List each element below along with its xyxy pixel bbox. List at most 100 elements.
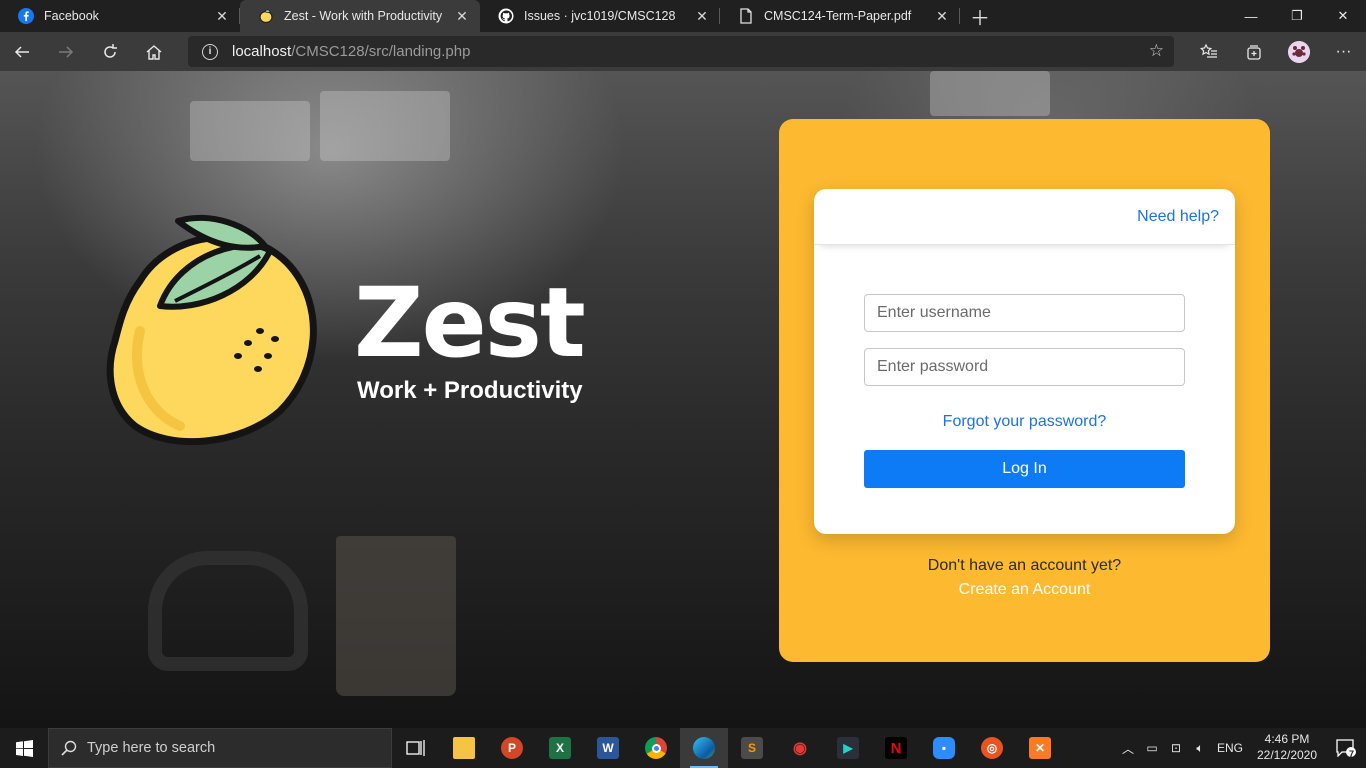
close-window-button[interactable]: ✕ (1320, 0, 1366, 32)
url-host: localhost (232, 43, 292, 60)
window-controls: — ❐ ✕ (1228, 0, 1366, 32)
address-bar[interactable]: i localhost/CMSC128/src/landing.php ☆ (188, 36, 1174, 67)
tab-separator (959, 8, 960, 24)
tab-title: Facebook (44, 9, 99, 23)
avatar (1287, 40, 1310, 63)
tab-term-paper-pdf[interactable]: CMSC124-Term-Paper.pdf ✕ (720, 0, 960, 32)
battery-icon[interactable]: ▭ (1140, 741, 1164, 755)
garena-app[interactable]: ◉ (776, 728, 824, 768)
word-app[interactable]: W (584, 728, 632, 768)
back-button[interactable] (0, 32, 44, 71)
browser-toolbar: i localhost/CMSC128/src/landing.php ☆ ··… (0, 32, 1366, 71)
clock-date: 22/12/2020 (1256, 748, 1318, 762)
home-button[interactable] (132, 32, 176, 71)
password-input[interactable] (864, 348, 1185, 386)
task-view-button[interactable] (392, 728, 440, 768)
github-icon (498, 8, 514, 24)
netflix-icon: N (885, 737, 907, 759)
tab-github-issues[interactable]: Issues · jvc1019/CMSC128 ✕ (480, 0, 720, 32)
tab-facebook[interactable]: Facebook ✕ (0, 0, 240, 32)
collections-button[interactable] (1231, 32, 1276, 71)
close-icon[interactable]: ✕ (934, 8, 950, 25)
forgot-password-link[interactable]: Forgot your password? (814, 413, 1235, 431)
sublime-text-app[interactable]: S (728, 728, 776, 768)
zoom-icon: ▪ (933, 737, 955, 759)
forward-button[interactable] (44, 32, 88, 71)
powerpoint-app[interactable]: P (488, 728, 536, 768)
volume-icon[interactable]: 🔈︎ (1188, 741, 1212, 756)
landing-page: Zest Work + Productivity Need help? Forg… (0, 71, 1366, 728)
close-icon[interactable]: ✕ (214, 8, 230, 25)
chevron-up-icon[interactable]: ︿ (1116, 740, 1140, 757)
collections-icon (1246, 44, 1261, 60)
tab-title: Zest - Work with Productivity (284, 9, 443, 23)
login-panel: Need help? Forgot your password? Log In … (779, 119, 1270, 662)
document-icon (738, 8, 754, 24)
edge-icon (693, 737, 715, 759)
need-help-link[interactable]: Need help? (1137, 208, 1219, 226)
excel-app[interactable]: X (536, 728, 584, 768)
taskbar: Type here to search P X W S ◉ ▶ N ▪ ◎ ✕ … (0, 728, 1366, 768)
background-window (320, 91, 450, 161)
dev-app[interactable]: ▶ (824, 728, 872, 768)
xampp-app[interactable]: ✕ (1016, 728, 1064, 768)
edge-app[interactable] (680, 728, 728, 768)
background-window (190, 101, 310, 161)
browser-tab-strip: Facebook ✕ Zest - Work with Productivity… (0, 0, 1366, 32)
lemon-logo-icon (106, 214, 317, 446)
more-options-button[interactable]: ··· (1321, 32, 1366, 71)
garena-icon: ◉ (793, 740, 807, 757)
start-button[interactable] (0, 728, 48, 768)
brand-tagline: Work + Productivity (357, 377, 583, 404)
tab-zest[interactable]: Zest - Work with Productivity ✕ (240, 0, 480, 32)
clock-time: 4:46 PM (1264, 732, 1310, 747)
restore-button[interactable]: ❐ (1274, 0, 1320, 32)
background-headphones (148, 551, 308, 671)
system-tray: ︿ ▭ ⊡ 🔈︎ ENG 4:46 PM 22/12/2020 7 (1116, 728, 1366, 768)
minimize-button[interactable]: — (1228, 0, 1274, 32)
favorites-list-icon (1199, 43, 1217, 58)
zoom-app[interactable]: ▪ (920, 728, 968, 768)
word-icon: W (597, 737, 619, 759)
file-explorer-app[interactable] (440, 728, 488, 768)
login-card: Need help? Forgot your password? Log In (814, 189, 1235, 534)
windows-logo-icon (15, 739, 33, 757)
refresh-button[interactable] (88, 32, 132, 71)
excel-icon: X (549, 737, 571, 759)
chrome-icon (645, 737, 667, 759)
taskbar-search[interactable]: Type here to search (48, 728, 392, 768)
language-indicator[interactable]: ENG (1212, 741, 1248, 755)
create-account-link[interactable]: Create an Account (779, 581, 1270, 599)
no-account-text: Don't have an account yet? (927, 557, 1122, 574)
arrow-left-icon (14, 45, 29, 58)
clock[interactable]: 4:46 PM 22/12/2020 (1248, 732, 1326, 763)
facebook-icon (18, 8, 34, 24)
username-input[interactable] (864, 294, 1185, 332)
chrome-app[interactable] (632, 728, 680, 768)
search-placeholder: Type here to search (87, 740, 216, 756)
brand-title: Zest (354, 267, 586, 379)
ubuntu-icon: ◎ (981, 737, 1003, 759)
background-mug (336, 536, 456, 696)
login-button[interactable]: Log In (864, 450, 1185, 488)
xampp-icon: ✕ (1029, 737, 1051, 759)
new-tab-button[interactable]: ＋ (964, 0, 996, 32)
powerpoint-icon: P (501, 737, 523, 759)
favorites-button[interactable] (1186, 32, 1231, 71)
home-icon (146, 44, 162, 60)
folder-icon (453, 737, 475, 759)
network-icon[interactable]: ⊡ (1164, 741, 1188, 755)
terminal-icon: ▶ (837, 737, 859, 759)
lemon-icon (258, 8, 274, 24)
ubuntu-app[interactable]: ◎ (968, 728, 1016, 768)
profile-button[interactable] (1276, 32, 1321, 71)
close-icon[interactable]: ✕ (454, 8, 470, 25)
task-view-icon (406, 740, 425, 756)
favorite-star-icon[interactable]: ☆ (1149, 41, 1164, 61)
close-icon[interactable]: ✕ (694, 8, 710, 25)
login-card-header: Need help? (814, 189, 1235, 245)
info-icon[interactable]: i (202, 43, 218, 60)
netflix-app[interactable]: N (872, 728, 920, 768)
notifications-button[interactable]: 7 (1326, 739, 1366, 759)
sublime-text-icon: S (741, 737, 763, 759)
